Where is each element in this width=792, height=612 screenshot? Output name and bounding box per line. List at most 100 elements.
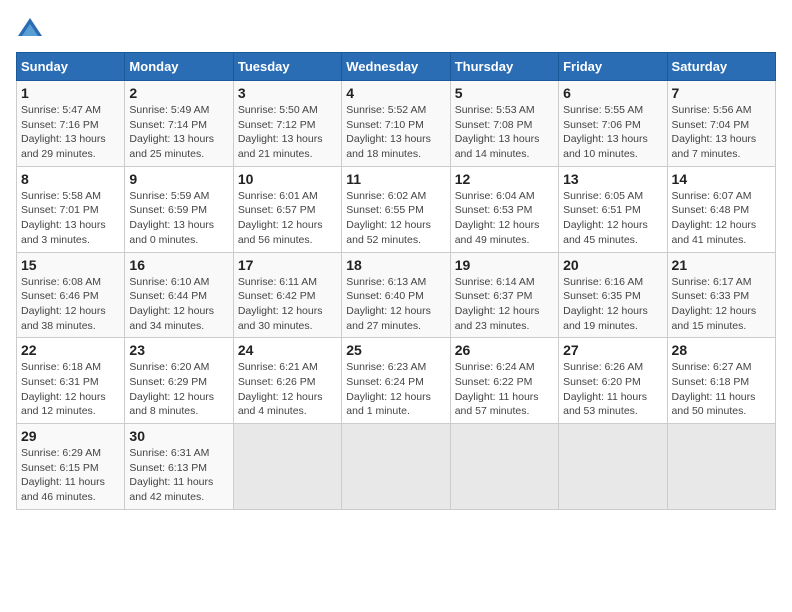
- day-info: Sunrise: 5:53 AMSunset: 7:08 PMDaylight:…: [455, 103, 554, 162]
- day-info: Sunrise: 6:29 AMSunset: 6:15 PMDaylight:…: [21, 446, 120, 505]
- calendar-day-cell: 4Sunrise: 5:52 AMSunset: 7:10 PMDaylight…: [342, 81, 450, 167]
- day-number: 16: [129, 257, 228, 273]
- day-number: 18: [346, 257, 445, 273]
- day-info: Sunrise: 6:04 AMSunset: 6:53 PMDaylight:…: [455, 189, 554, 248]
- day-number: 17: [238, 257, 337, 273]
- day-info: Sunrise: 5:58 AMSunset: 7:01 PMDaylight:…: [21, 189, 120, 248]
- day-number: 1: [21, 85, 120, 101]
- day-info: Sunrise: 6:11 AMSunset: 6:42 PMDaylight:…: [238, 275, 337, 334]
- day-of-week-header: Tuesday: [233, 53, 341, 81]
- day-info: Sunrise: 5:50 AMSunset: 7:12 PMDaylight:…: [238, 103, 337, 162]
- day-number: 19: [455, 257, 554, 273]
- day-number: 15: [21, 257, 120, 273]
- calendar-day-cell: 13Sunrise: 6:05 AMSunset: 6:51 PMDayligh…: [559, 166, 667, 252]
- day-number: 6: [563, 85, 662, 101]
- day-info: Sunrise: 6:23 AMSunset: 6:24 PMDaylight:…: [346, 360, 445, 419]
- day-info: Sunrise: 6:31 AMSunset: 6:13 PMDaylight:…: [129, 446, 228, 505]
- day-number: 23: [129, 342, 228, 358]
- day-number: 11: [346, 171, 445, 187]
- calendar-day-cell: 24 Sunrise: 6:21 AMSunset: 6:26 PMDayligh…: [233, 338, 341, 424]
- calendar-day-cell: 29 Sunrise: 6:29 AMSunset: 6:15 PMDayligh…: [17, 424, 125, 510]
- calendar-day-cell: 12 Sunrise: 6:04 AMSunset: 6:53 PMDayligh…: [450, 166, 558, 252]
- calendar-table: SundayMondayTuesdayWednesdayThursdayFrid…: [16, 52, 776, 510]
- day-info: Sunrise: 6:01 AMSunset: 6:57 PMDaylight:…: [238, 189, 337, 248]
- day-number: 30: [129, 428, 228, 444]
- calendar-day-cell: [342, 424, 450, 510]
- logo: [16, 16, 48, 44]
- calendar-week-row: 15 Sunrise: 6:08 AMSunset: 6:46 PMDayligh…: [17, 252, 776, 338]
- day-info: Sunrise: 6:18 AMSunset: 6:31 PMDaylight:…: [21, 360, 120, 419]
- logo-icon: [16, 16, 44, 44]
- day-info: Sunrise: 5:56 AMSunset: 7:04 PMDaylight:…: [672, 103, 771, 162]
- calendar-day-cell: [559, 424, 667, 510]
- calendar-week-row: 8 Sunrise: 5:58 AMSunset: 7:01 PMDaylight…: [17, 166, 776, 252]
- calendar-day-cell: 1 Sunrise: 5:47 AMSunset: 7:16 PMDaylight…: [17, 81, 125, 167]
- calendar-day-cell: 26 Sunrise: 6:24 AMSunset: 6:22 PMDayligh…: [450, 338, 558, 424]
- day-number: 28: [672, 342, 771, 358]
- day-info: Sunrise: 6:13 AMSunset: 6:40 PMDaylight:…: [346, 275, 445, 334]
- day-number: 25: [346, 342, 445, 358]
- day-info: Sunrise: 6:08 AMSunset: 6:46 PMDaylight:…: [21, 275, 120, 334]
- calendar-day-cell: 18 Sunrise: 6:13 AMSunset: 6:40 PMDayligh…: [342, 252, 450, 338]
- day-info: Sunrise: 5:55 AMSunset: 7:06 PMDaylight:…: [563, 103, 662, 162]
- calendar-day-cell: 5 Sunrise: 5:53 AMSunset: 7:08 PMDaylight…: [450, 81, 558, 167]
- calendar-body: 1 Sunrise: 5:47 AMSunset: 7:16 PMDaylight…: [17, 81, 776, 510]
- day-number: 12: [455, 171, 554, 187]
- calendar-day-cell: 21 Sunrise: 6:17 AMSunset: 6:33 PMDayligh…: [667, 252, 775, 338]
- calendar-day-cell: 20 Sunrise: 6:16 AMSunset: 6:35 PMDayligh…: [559, 252, 667, 338]
- day-info: Sunrise: 5:47 AMSunset: 7:16 PMDaylight:…: [21, 103, 120, 162]
- calendar-day-cell: 2 Sunrise: 5:49 AMSunset: 7:14 PMDaylight…: [125, 81, 233, 167]
- calendar-day-cell: [233, 424, 341, 510]
- calendar-day-cell: 22 Sunrise: 6:18 AMSunset: 6:31 PMDayligh…: [17, 338, 125, 424]
- day-number: 24: [238, 342, 337, 358]
- day-info: Sunrise: 6:02 AMSunset: 6:55 PMDaylight:…: [346, 189, 445, 248]
- day-of-week-header: Saturday: [667, 53, 775, 81]
- calendar-day-cell: 16Sunrise: 6:10 AMSunset: 6:44 PMDayligh…: [125, 252, 233, 338]
- day-of-week-header: Thursday: [450, 53, 558, 81]
- day-number: 22: [21, 342, 120, 358]
- calendar-day-cell: 23 Sunrise: 6:20 AMSunset: 6:29 PMDayligh…: [125, 338, 233, 424]
- day-info: Sunrise: 6:26 AMSunset: 6:20 PMDaylight:…: [563, 360, 662, 419]
- calendar-week-row: 29 Sunrise: 6:29 AMSunset: 6:15 PMDayligh…: [17, 424, 776, 510]
- day-info: Sunrise: 6:21 AMSunset: 6:26 PMDaylight:…: [238, 360, 337, 419]
- calendar-header: SundayMondayTuesdayWednesdayThursdayFrid…: [17, 53, 776, 81]
- day-info: Sunrise: 6:27 AMSunset: 6:18 PMDaylight:…: [672, 360, 771, 419]
- day-info: Sunrise: 6:17 AMSunset: 6:33 PMDaylight:…: [672, 275, 771, 334]
- day-info: Sunrise: 6:24 AMSunset: 6:22 PMDaylight:…: [455, 360, 554, 419]
- calendar-week-row: 22 Sunrise: 6:18 AMSunset: 6:31 PMDayligh…: [17, 338, 776, 424]
- day-info: Sunrise: 6:16 AMSunset: 6:35 PMDaylight:…: [563, 275, 662, 334]
- day-number: 5: [455, 85, 554, 101]
- calendar-day-cell: 10Sunrise: 6:01 AMSunset: 6:57 PMDayligh…: [233, 166, 341, 252]
- day-info: Sunrise: 6:20 AMSunset: 6:29 PMDaylight:…: [129, 360, 228, 419]
- calendar-day-cell: 15 Sunrise: 6:08 AMSunset: 6:46 PMDayligh…: [17, 252, 125, 338]
- day-number: 8: [21, 171, 120, 187]
- calendar-day-cell: 9Sunrise: 5:59 AMSunset: 6:59 PMDaylight…: [125, 166, 233, 252]
- day-number: 27: [563, 342, 662, 358]
- calendar-day-cell: 8 Sunrise: 5:58 AMSunset: 7:01 PMDaylight…: [17, 166, 125, 252]
- calendar-day-cell: 25 Sunrise: 6:23 AMSunset: 6:24 PMDayligh…: [342, 338, 450, 424]
- day-number: 7: [672, 85, 771, 101]
- calendar-day-cell: 27 Sunrise: 6:26 AMSunset: 6:20 PMDayligh…: [559, 338, 667, 424]
- day-info: Sunrise: 5:59 AMSunset: 6:59 PMDaylight:…: [129, 189, 228, 248]
- day-number: 26: [455, 342, 554, 358]
- day-number: 29: [21, 428, 120, 444]
- day-number: 14: [672, 171, 771, 187]
- calendar-day-cell: 6 Sunrise: 5:55 AMSunset: 7:06 PMDaylight…: [559, 81, 667, 167]
- day-info: Sunrise: 5:49 AMSunset: 7:14 PMDaylight:…: [129, 103, 228, 162]
- calendar-week-row: 1 Sunrise: 5:47 AMSunset: 7:16 PMDaylight…: [17, 81, 776, 167]
- calendar-day-cell: [450, 424, 558, 510]
- day-number: 21: [672, 257, 771, 273]
- calendar-day-cell: 28 Sunrise: 6:27 AMSunset: 6:18 PMDayligh…: [667, 338, 775, 424]
- day-info: Sunrise: 6:14 AMSunset: 6:37 PMDaylight:…: [455, 275, 554, 334]
- calendar-day-cell: 14 Sunrise: 6:07 AMSunset: 6:48 PMDayligh…: [667, 166, 775, 252]
- day-info: Sunrise: 6:07 AMSunset: 6:48 PMDaylight:…: [672, 189, 771, 248]
- calendar-day-cell: 30 Sunrise: 6:31 AMSunset: 6:13 PMDayligh…: [125, 424, 233, 510]
- day-number: 20: [563, 257, 662, 273]
- day-info: Sunrise: 5:52 AMSunset: 7:10 PMDaylight:…: [346, 103, 445, 162]
- calendar-day-cell: 3Sunrise: 5:50 AMSunset: 7:12 PMDaylight…: [233, 81, 341, 167]
- calendar-day-cell: 11 Sunrise: 6:02 AMSunset: 6:55 PMDayligh…: [342, 166, 450, 252]
- day-info: Sunrise: 6:05 AMSunset: 6:51 PMDaylight:…: [563, 189, 662, 248]
- calendar-day-cell: [667, 424, 775, 510]
- day-number: 2: [129, 85, 228, 101]
- calendar-day-cell: 7 Sunrise: 5:56 AMSunset: 7:04 PMDaylight…: [667, 81, 775, 167]
